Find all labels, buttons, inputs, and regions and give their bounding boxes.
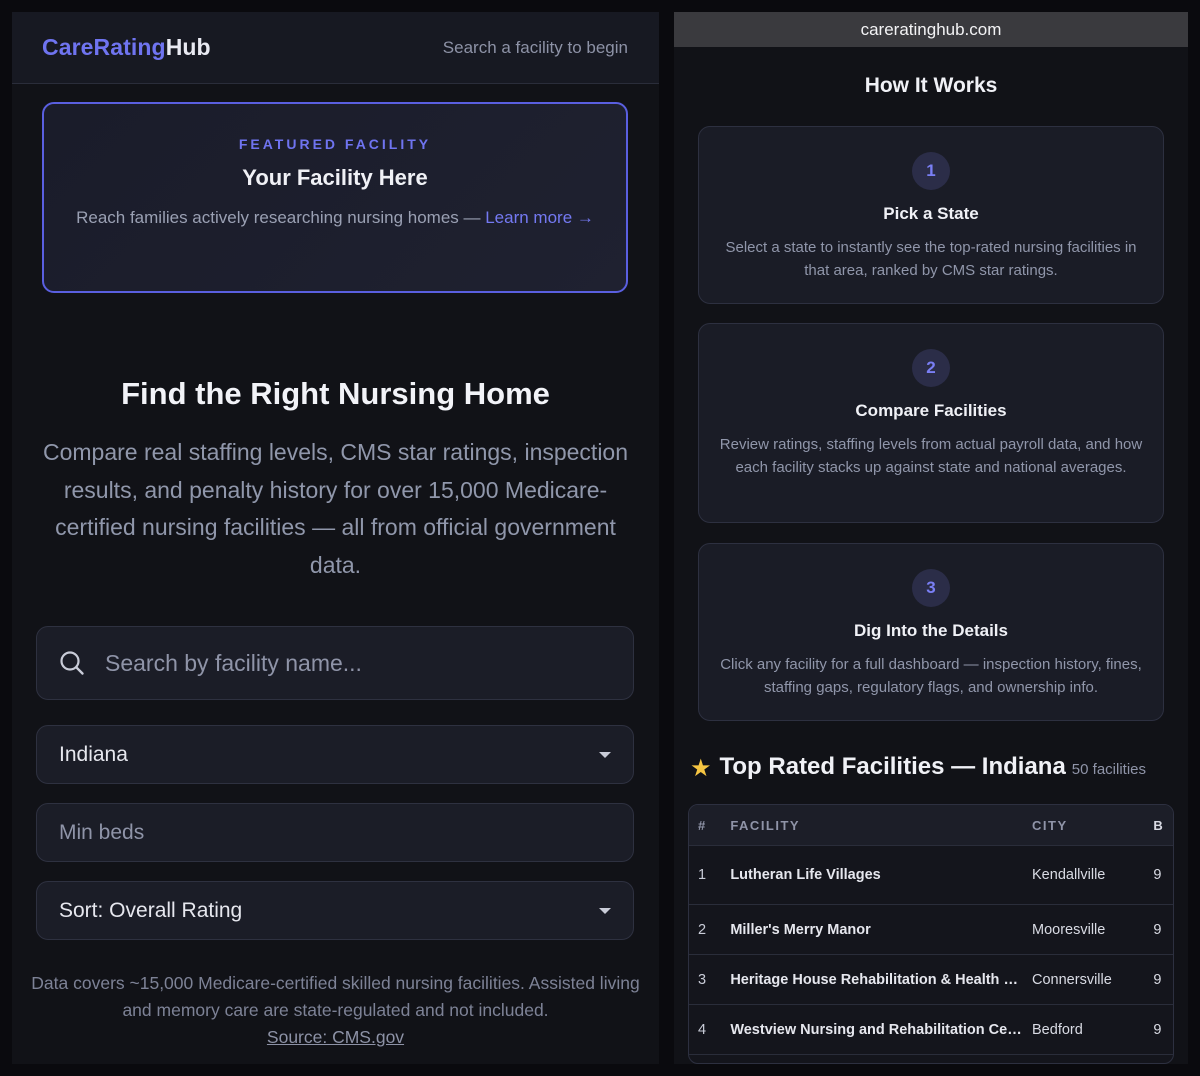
topbar-hint: Search a facility to begin xyxy=(442,37,628,57)
chevron-down-icon xyxy=(599,907,611,914)
row-facility-name[interactable]: Miller's Merry Manor xyxy=(730,922,1032,938)
table-row[interactable]: 1 Lutheran Life Villages Kendallville 9 xyxy=(689,845,1173,904)
search-placeholder: Search by facility name... xyxy=(105,649,362,676)
hero-subtitle: Compare real staffing levels, CMS star r… xyxy=(42,439,629,578)
step-description: Select a state to instantly see the top-… xyxy=(725,239,1137,279)
top-rated-table: # FACILITY CITY B 1 Lutheran Life Villag… xyxy=(688,804,1174,1064)
row-rank: 4 xyxy=(698,1021,707,1038)
column-header-facility[interactable]: FACILITY xyxy=(730,818,1032,833)
row-facility-name[interactable]: Westview Nursing and Rehabilitation Cent… xyxy=(730,1022,1032,1038)
row-rank: 1 xyxy=(698,867,707,883)
top-rated-heading: ★ Top Rated Facilities — Indiana 50 faci… xyxy=(690,752,1146,782)
step-number-badge: 3 xyxy=(912,569,950,607)
state-select[interactable]: Indiana xyxy=(36,725,634,784)
footnote-text: Data covers ~15,000 Medicare-certified s… xyxy=(31,973,640,1020)
logo-part-1: CareRating xyxy=(42,34,166,60)
facility-count: 50 facilities xyxy=(1071,761,1146,778)
featured-description-text: Reach families actively researching nurs… xyxy=(76,208,486,227)
table-row[interactable]: 2 Miller's Merry Manor Mooresville 9 xyxy=(689,904,1173,954)
step-title: Pick a State xyxy=(883,204,979,223)
row-city: Connersville xyxy=(1032,971,1112,988)
step-card-2: 2 Compare Facilities Review ratings, sta… xyxy=(698,323,1164,523)
row-beds: 9 xyxy=(1153,971,1162,988)
row-rank: 2 xyxy=(698,921,707,938)
step-description: Click any facility for a full dashboard … xyxy=(720,656,1142,696)
row-beds: 9 xyxy=(1153,921,1162,938)
row-beds: 9 xyxy=(1153,1021,1162,1038)
featured-facility-card: FEATURED FACILITY Your Facility Here Rea… xyxy=(42,102,628,293)
step-card-1: 1 Pick a State Select a state to instant… xyxy=(698,126,1164,304)
featured-description: Reach families actively researching nurs… xyxy=(75,204,595,231)
min-beds-input[interactable]: Min beds xyxy=(36,803,634,862)
screenshot-stage: CareRatingHub Search a facility to begin… xyxy=(0,0,1200,1076)
top-navbar: CareRatingHub Search a facility to begin xyxy=(12,12,659,84)
row-facility-name[interactable]: Heritage House Rehabilitation & Health C… xyxy=(730,972,1032,988)
top-rated-title: Top Rated Facilities — Indiana xyxy=(719,753,1066,780)
logo-part-2: Hub xyxy=(165,34,211,60)
row-city: Bedford xyxy=(1032,1021,1083,1038)
search-icon xyxy=(60,651,84,675)
column-header-rank[interactable]: # xyxy=(689,818,730,833)
step-title: Compare Facilities xyxy=(855,401,1007,420)
step-card-3: 3 Dig Into the Details Click any facilit… xyxy=(698,543,1164,721)
step-number-badge: 1 xyxy=(912,152,950,190)
row-facility-name[interactable]: Lutheran Life Villages xyxy=(730,867,1032,883)
site-logo[interactable]: CareRatingHub xyxy=(42,34,211,61)
secondary-panel: careratinghub.com How It Works 1 Pick a … xyxy=(674,12,1188,1064)
how-it-works-title: How It Works xyxy=(864,74,998,97)
column-header-city[interactable]: CITY xyxy=(1032,818,1153,833)
data-footnote: Data covers ~15,000 Medicare-certified s… xyxy=(22,970,649,1051)
table-header-row: # FACILITY CITY B xyxy=(689,805,1173,845)
step-number-badge: 2 xyxy=(912,349,950,387)
featured-kicker: FEATURED FACILITY xyxy=(238,136,432,152)
row-city: Mooresville xyxy=(1032,921,1106,938)
row-rank: 3 xyxy=(698,971,707,988)
step-description: Review ratings, staffing levels from act… xyxy=(719,436,1143,476)
row-city: Kendallville xyxy=(1032,867,1106,883)
learn-more-link[interactable]: Learn more → xyxy=(485,208,594,227)
featured-title: Your Facility Here xyxy=(242,165,428,190)
sort-select[interactable]: Sort: Overall Rating xyxy=(36,881,634,940)
hero-title: Find the Right Nursing Home xyxy=(121,376,550,411)
table-row[interactable]: 4 Westview Nursing and Rehabilitation Ce… xyxy=(689,1004,1173,1054)
star-icon: ★ xyxy=(690,755,712,782)
min-beds-placeholder: Min beds xyxy=(59,820,145,844)
search-input[interactable]: Search by facility name... xyxy=(36,626,634,700)
state-select-value: Indiana xyxy=(59,742,128,766)
sort-select-value: Sort: Overall Rating xyxy=(59,898,243,922)
table-row[interactable]: 3 Heritage House Rehabilitation & Health… xyxy=(689,954,1173,1004)
browser-url-bar[interactable]: careratinghub.com xyxy=(674,12,1188,47)
main-panel: CareRatingHub Search a facility to begin… xyxy=(12,12,659,1064)
column-header-beds[interactable]: B xyxy=(1153,818,1173,833)
row-beds: 9 xyxy=(1153,867,1162,883)
source-link[interactable]: Source: CMS.gov xyxy=(267,1027,404,1047)
chevron-down-icon xyxy=(599,751,611,758)
table-row-partial xyxy=(689,1054,1173,1063)
step-title: Dig Into the Details xyxy=(854,621,1008,640)
